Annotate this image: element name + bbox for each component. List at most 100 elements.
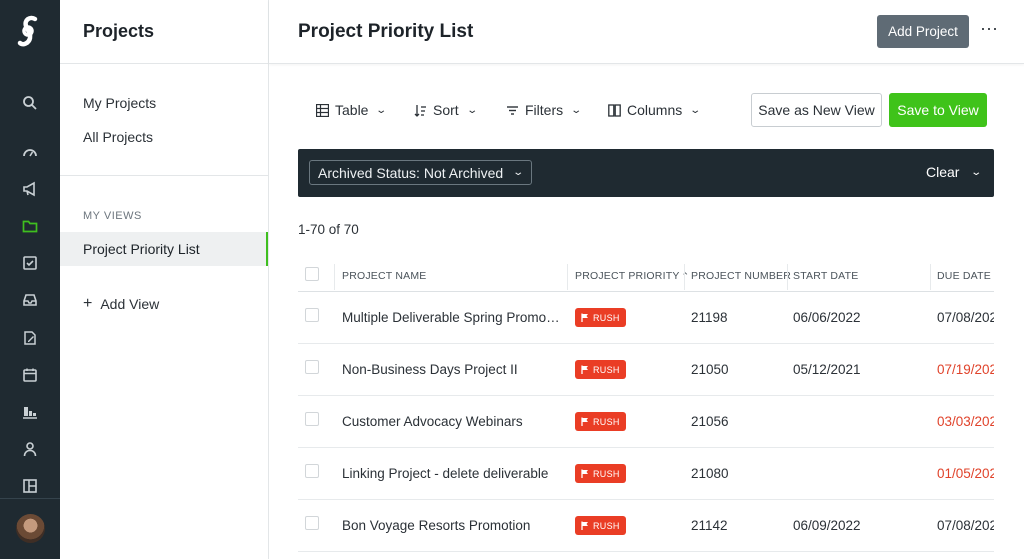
- panel-divider: [60, 175, 268, 176]
- bar-chart-icon[interactable]: [18, 400, 42, 424]
- table-view-dropdown[interactable]: Table ⌄: [316, 101, 388, 119]
- priority-badge-label: RUSH: [593, 312, 620, 323]
- header-due-date[interactable]: DUE DATE: [937, 270, 991, 282]
- sort-asc-icon: ⌃: [681, 271, 690, 281]
- search-icon[interactable]: [18, 91, 42, 115]
- panel-header: Projects: [60, 0, 268, 64]
- row-checkbox[interactable]: [305, 412, 319, 426]
- view-item-project-priority-list[interactable]: Project Priority List: [60, 232, 268, 266]
- avatar[interactable]: [16, 514, 45, 543]
- row-checkbox[interactable]: [305, 464, 319, 478]
- app-rail: [0, 0, 60, 559]
- flag-icon: [581, 521, 588, 530]
- columns-label: Columns: [627, 102, 683, 118]
- chevron-down-icon: ⌄: [466, 104, 478, 116]
- project-name-cell[interactable]: Customer Advocacy Webinars: [342, 414, 562, 429]
- calendar-icon[interactable]: [18, 363, 42, 387]
- flag-icon: [581, 365, 588, 374]
- clear-label: Clear: [926, 164, 960, 180]
- add-view-button[interactable]: + Add View: [83, 296, 160, 313]
- sort-icon: [414, 104, 426, 117]
- flag-icon: [581, 313, 588, 322]
- row-checkbox[interactable]: [305, 516, 319, 530]
- save-as-new-view-button[interactable]: Save as New View: [751, 93, 882, 127]
- flag-icon: [581, 469, 588, 478]
- column-divider: [787, 264, 788, 290]
- header-project-priority[interactable]: PROJECT PRIORITY ⌃: [575, 270, 689, 282]
- column-divider: [684, 264, 685, 290]
- folder-icon[interactable]: [18, 214, 42, 238]
- start-date-cell: 06/09/2022: [793, 518, 861, 533]
- priority-badge-label: RUSH: [593, 364, 620, 375]
- more-options-icon[interactable]: ···: [979, 19, 999, 42]
- header-project-number[interactable]: PROJECT NUMBER: [691, 270, 791, 282]
- due-date-cell: 07/08/2022: [937, 310, 994, 325]
- table-row[interactable]: Multiple Deliverable Spring Promotion RUS…: [298, 292, 994, 344]
- top-bar: Project Priority List Add Project ···: [269, 0, 1024, 64]
- priority-badge: RUSH: [575, 360, 626, 379]
- project-name-cell[interactable]: Non-Business Days Project II: [342, 362, 562, 377]
- priority-badge: RUSH: [575, 464, 626, 483]
- columns-dropdown[interactable]: Columns ⌄: [608, 101, 701, 119]
- priority-badge-label: RUSH: [593, 468, 620, 479]
- row-checkbox[interactable]: [305, 308, 319, 322]
- table-row[interactable]: Linking Project - delete deliverable RUSH…: [298, 448, 994, 500]
- all-projects-link[interactable]: All Projects: [83, 129, 153, 145]
- sort-dropdown[interactable]: Sort ⌄: [414, 101, 478, 119]
- megaphone-icon[interactable]: [18, 177, 42, 201]
- priority-badge: RUSH: [575, 308, 626, 327]
- priority-badge-label: RUSH: [593, 520, 620, 531]
- person-icon[interactable]: [18, 437, 42, 461]
- header-project-name[interactable]: PROJECT NAME: [342, 270, 426, 282]
- chevron-down-icon: ⌄: [375, 104, 388, 116]
- checkbox-icon[interactable]: [18, 251, 42, 275]
- project-name-cell[interactable]: Linking Project - delete deliverable: [342, 466, 562, 481]
- layout-icon[interactable]: [18, 474, 42, 498]
- edit-doc-icon[interactable]: [18, 326, 42, 350]
- filter-chip-label: Archived Status: Not Archived: [318, 164, 504, 181]
- project-number-cell: 21056: [691, 414, 729, 429]
- table-row[interactable]: Customer Advocacy Webinars RUSH 21056 03/03…: [298, 396, 994, 448]
- my-views-label: MY VIEWS: [83, 210, 142, 222]
- projects-panel: Projects My Projects All Projects MY VIE…: [60, 0, 269, 559]
- result-count: 1-70 of 70: [298, 222, 359, 237]
- clear-filters-button[interactable]: Clear ⌄: [926, 164, 983, 180]
- project-name-cell[interactable]: Bon Voyage Resorts Promotion: [342, 518, 562, 533]
- table-row[interactable]: Bon Voyage Resorts Promotion RUSH 21142 06/…: [298, 500, 994, 552]
- table-icon: [316, 103, 329, 117]
- view-item-label: Project Priority List: [83, 241, 200, 257]
- main-content: Project Priority List Add Project ··· Ta…: [269, 0, 1024, 559]
- project-number-cell: 21050: [691, 362, 729, 377]
- project-number-cell: 21142: [691, 518, 728, 533]
- header-project-priority-label: PROJECT PRIORITY: [575, 270, 680, 282]
- filters-label: Filters: [525, 102, 564, 118]
- flag-icon: [581, 417, 588, 426]
- archived-status-filter-chip[interactable]: Archived Status: Not Archived ⌄: [309, 160, 532, 185]
- row-checkbox[interactable]: [305, 360, 319, 374]
- priority-badge: RUSH: [575, 516, 626, 535]
- filter-icon: [507, 105, 518, 115]
- due-date-cell: 07/08/2022: [937, 518, 994, 533]
- add-project-button[interactable]: Add Project: [877, 15, 969, 48]
- filters-dropdown[interactable]: Filters ⌄: [506, 101, 583, 119]
- table-row[interactable]: Non-Business Days Project II RUSH 21050 05/…: [298, 344, 994, 396]
- rail-divider: [0, 498, 60, 499]
- project-number-cell: 21198: [691, 310, 728, 325]
- inbox-icon[interactable]: [18, 288, 42, 312]
- due-date-cell: 01/05/2022: [937, 466, 994, 481]
- priority-badge: RUSH: [575, 412, 626, 431]
- add-view-label: Add View: [100, 296, 160, 312]
- project-name-cell[interactable]: Multiple Deliverable Spring Promotion: [342, 310, 562, 325]
- header-start-date[interactable]: START DATE: [793, 270, 858, 282]
- start-date-cell: 05/12/2021: [793, 362, 861, 377]
- my-projects-link[interactable]: My Projects: [83, 95, 156, 111]
- filter-bar: Archived Status: Not Archived ⌄ Clear ⌄: [298, 149, 994, 197]
- column-divider: [567, 264, 568, 290]
- select-all-checkbox[interactable]: [305, 267, 319, 281]
- chevron-down-icon: ⌄: [970, 166, 983, 178]
- dashboard-icon[interactable]: [18, 140, 42, 164]
- save-to-view-button[interactable]: Save to View: [889, 93, 987, 127]
- logo-icon[interactable]: [0, 0, 60, 64]
- chevron-down-icon: ⌄: [512, 167, 525, 178]
- chevron-down-icon: ⌄: [570, 104, 583, 116]
